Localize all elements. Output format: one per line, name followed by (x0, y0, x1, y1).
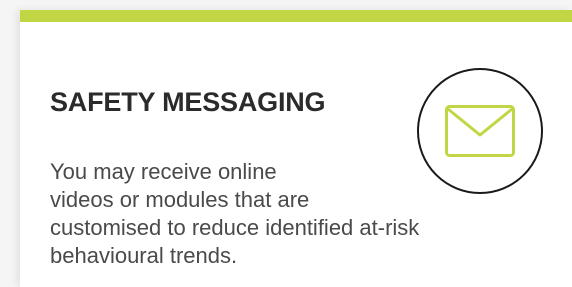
envelope-icon-circle (417, 68, 543, 194)
envelope-icon (445, 105, 515, 157)
card-accent-bar (20, 10, 572, 22)
description-line: You may receive online (50, 159, 277, 184)
card-description: You may receive online videos or modules… (50, 158, 419, 270)
description-line: videos or modules that are (50, 187, 310, 212)
description-line: behavioural trends. (50, 243, 238, 268)
description-line: customised to reduce identified at-risk (50, 215, 420, 240)
safety-messaging-card: SAFETY MESSAGING You may receive online … (20, 10, 572, 287)
card-title: SAFETY MESSAGING (50, 87, 326, 117)
